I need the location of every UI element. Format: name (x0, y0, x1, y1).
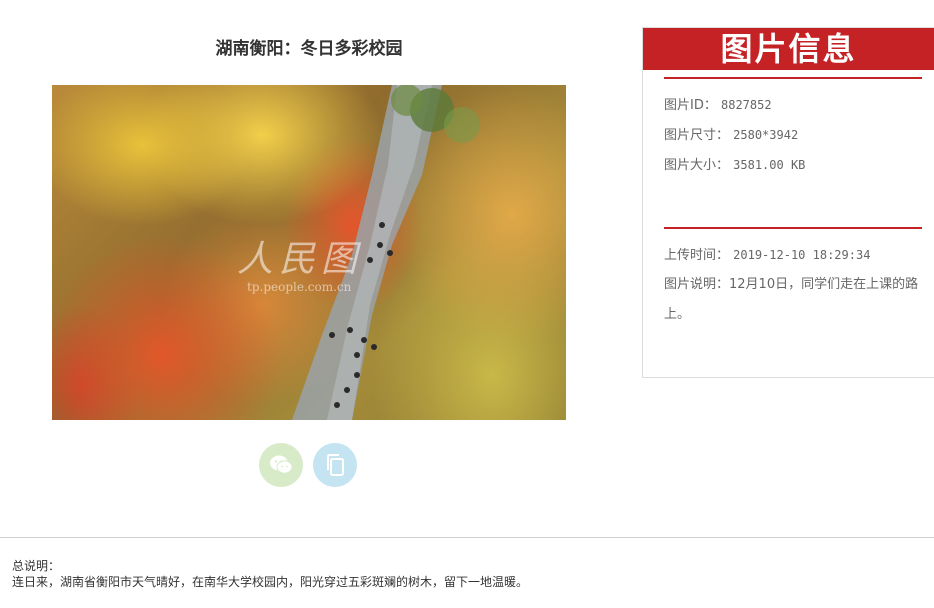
filesize-label: 图片大小： (664, 158, 730, 173)
size-label: 图片尺寸： (664, 128, 730, 143)
copy-icon (327, 454, 344, 476)
filesize-value: 3581.00 KB (733, 158, 806, 172)
main-photo[interactable]: 人民图 tp.people.com.cn (52, 85, 566, 420)
upload-label: 上传时间： (664, 248, 730, 263)
size-value: 2580*3942 (733, 128, 799, 142)
summary-text: 连日来，湖南省衡阳市天气晴好，在南华大学校园内，阳光穿过五彩斑斓的树木，留下一地… (12, 575, 529, 589)
watermark-main: 人民图 (237, 239, 364, 280)
info-header: 图片信息 (643, 28, 934, 70)
page-title: 湖南衡阳：冬日多彩校园 (215, 39, 403, 59)
bottom-divider (0, 537, 934, 538)
info-row-upload: 上传时间： 2019-12-10 18:29:34 (664, 240, 924, 271)
info-row-size: 图片尺寸： 2580*3942 (664, 120, 924, 151)
info-row-desc: 图片说明：12月10日，同学们走在上课的路上。 (664, 270, 924, 330)
photo-info-panel: 图片信息 图片ID： 8827852 图片尺寸： 2580*3942 图片大小：… (642, 27, 934, 378)
summary-label: 总说明： (12, 559, 61, 573)
photo-watermark: 人民图 tp.people.com.cn (237, 230, 407, 300)
wechat-icon (270, 455, 293, 474)
upload-value: 2019-12-10 18:29:34 (733, 248, 871, 262)
info-divider-top (664, 77, 922, 79)
copy-link-button[interactable] (313, 443, 357, 487)
id-value: 8827852 (721, 98, 772, 112)
watermark-url: tp.people.com.cn (247, 280, 352, 294)
info-row-filesize: 图片大小： 3581.00 KB (664, 150, 924, 181)
desc-label: 图片说明： (664, 277, 730, 292)
info-divider-middle (664, 227, 922, 229)
wechat-share-button[interactable] (259, 443, 303, 487)
info-row-id: 图片ID： 8827852 (664, 90, 924, 121)
id-label: 图片ID： (664, 98, 717, 113)
